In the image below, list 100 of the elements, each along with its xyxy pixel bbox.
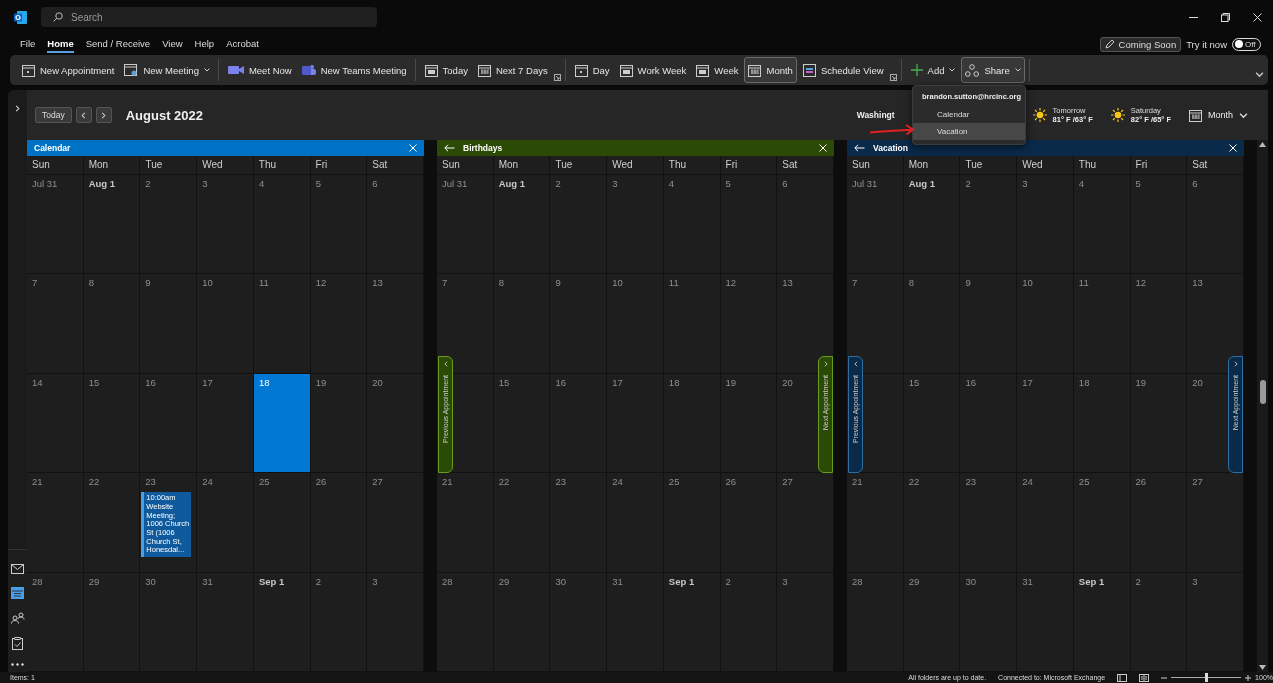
weekday-label: Mon bbox=[903, 156, 961, 174]
date-label: 3 bbox=[612, 178, 618, 189]
zoom-slider-thumb[interactable] bbox=[1204, 673, 1208, 682]
date-label: 12 bbox=[725, 277, 737, 289]
ribbon-button[interactable]: Week bbox=[692, 57, 743, 83]
weekday-label: Tue bbox=[960, 156, 1018, 174]
chevron-right-icon bbox=[822, 361, 829, 367]
dialog-launcher-icon[interactable] bbox=[889, 74, 897, 81]
scroll-down-icon[interactable] bbox=[1259, 665, 1266, 670]
menu-tab[interactable]: Home bbox=[47, 35, 74, 53]
close-icon bbox=[1252, 12, 1262, 22]
view-picker[interactable]: Month bbox=[1189, 108, 1248, 122]
next-button[interactable] bbox=[95, 107, 112, 123]
people-icon[interactable] bbox=[10, 612, 25, 624]
zoom-in-icon[interactable] bbox=[1245, 674, 1252, 681]
menu-tab[interactable]: View bbox=[162, 35, 183, 53]
date-label: 11 bbox=[259, 277, 269, 289]
sun-icon bbox=[1032, 108, 1047, 122]
menu-item[interactable]: Vacation bbox=[913, 123, 1025, 140]
calendar-title: Calendar bbox=[34, 143, 71, 153]
ribbon-button[interactable]: New Teams Meeting bbox=[297, 57, 411, 83]
date-label: 25 bbox=[1078, 476, 1090, 488]
reading-view-icon[interactable] bbox=[1139, 673, 1150, 682]
date-label: 17 bbox=[612, 376, 623, 388]
menu-tab[interactable]: Send / Receive bbox=[85, 35, 151, 53]
date-label: 30 bbox=[555, 575, 566, 587]
menu-tab[interactable]: File bbox=[20, 35, 36, 53]
scroll-up-icon[interactable] bbox=[1259, 142, 1266, 147]
date-label: 19 bbox=[1135, 376, 1147, 388]
ribbon-button[interactable]: Month bbox=[744, 57, 797, 83]
ribbon-button[interactable]: Next 7 Days bbox=[473, 57, 552, 83]
ribbon-button[interactable]: Day bbox=[570, 57, 614, 83]
toggle-switch[interactable]: Off bbox=[1232, 37, 1261, 51]
date-label: 23 bbox=[555, 476, 566, 488]
calendar-icon bbox=[477, 63, 491, 77]
calendar-title: Birthdays bbox=[463, 143, 503, 153]
date-label: 10 bbox=[1022, 277, 1033, 289]
date-label: 24 bbox=[202, 476, 213, 488]
weekday-label: Sat bbox=[777, 156, 834, 174]
dialog-launcher-icon[interactable] bbox=[553, 74, 561, 81]
date-label: 13 bbox=[372, 277, 383, 289]
ribbon-button[interactable]: Schedule View bbox=[798, 57, 888, 83]
date-label: Sep 1 bbox=[668, 575, 695, 587]
close-icon bbox=[819, 144, 827, 152]
date-label: 27 bbox=[782, 476, 793, 488]
date-label: 6 bbox=[782, 178, 788, 189]
date-label: 29 bbox=[498, 575, 510, 587]
try-it-now-label: Try it now bbox=[1186, 38, 1227, 50]
date-label: 28 bbox=[32, 575, 43, 587]
mail-icon[interactable] bbox=[11, 564, 24, 574]
ribbon-button[interactable]: Work Week bbox=[615, 57, 691, 83]
date-label: 7 bbox=[442, 277, 448, 289]
ribbon-button[interactable]: Add bbox=[906, 57, 960, 83]
date-label: 13 bbox=[782, 277, 793, 289]
search-field[interactable]: Search bbox=[41, 7, 377, 27]
date-label: 19 bbox=[315, 376, 327, 388]
date-label: 2 bbox=[965, 178, 971, 189]
weekday-label: Mon bbox=[493, 156, 551, 174]
coming-soon-button[interactable]: Coming Soon bbox=[1099, 36, 1182, 52]
scroll-thumb[interactable] bbox=[1259, 380, 1266, 404]
date-label: 22 bbox=[88, 476, 100, 488]
tasks-icon[interactable] bbox=[12, 637, 23, 650]
scrollbar[interactable] bbox=[1257, 140, 1268, 672]
back-arrow-icon[interactable] bbox=[854, 144, 865, 152]
date-label: 21 bbox=[852, 476, 863, 488]
calendar-icon[interactable] bbox=[11, 587, 24, 599]
date-label: 5 bbox=[1135, 178, 1141, 189]
ribbon-button[interactable]: New Appointment bbox=[18, 57, 119, 83]
restore-icon bbox=[1220, 12, 1230, 22]
close-calendar-button[interactable] bbox=[819, 144, 827, 152]
date-label: 3 bbox=[202, 178, 208, 189]
close-calendar-button[interactable] bbox=[1229, 144, 1237, 152]
weekday-label: Tue bbox=[140, 156, 198, 174]
search-icon bbox=[53, 12, 63, 22]
previous-button[interactable] bbox=[75, 107, 92, 123]
menu-tab[interactable]: Help bbox=[194, 35, 215, 53]
today-button[interactable]: Today bbox=[35, 107, 72, 123]
video-camera-icon bbox=[227, 65, 244, 75]
back-arrow-icon[interactable] bbox=[444, 144, 455, 152]
menu-item[interactable]: Calendar bbox=[913, 106, 1025, 123]
ribbon-button[interactable]: Share bbox=[961, 57, 1025, 83]
date-label: 13 bbox=[1192, 277, 1203, 289]
date-label: 23 bbox=[145, 476, 156, 488]
more-icon[interactable] bbox=[11, 663, 24, 666]
zoom-out-icon[interactable] bbox=[1161, 674, 1168, 681]
weekday-label: Thu bbox=[253, 156, 311, 174]
date-label: 7 bbox=[852, 277, 858, 289]
date-label: 2 bbox=[555, 178, 561, 189]
menu-tab[interactable]: Acrobat bbox=[226, 35, 259, 53]
ribbon-button[interactable]: Meet Now bbox=[223, 57, 296, 83]
weekday-label: Wed bbox=[1017, 156, 1074, 174]
date-label: 10 bbox=[612, 277, 623, 289]
chevron-left-icon bbox=[852, 361, 859, 367]
calendar-icon bbox=[22, 63, 35, 77]
date-label: 4 bbox=[1078, 178, 1085, 189]
ribbon-button[interactable]: New Meeting bbox=[120, 57, 214, 83]
close-icon bbox=[409, 144, 417, 152]
ribbon-button[interactable]: Today bbox=[420, 57, 472, 83]
chevron-left-icon bbox=[80, 111, 88, 119]
normal-view-icon[interactable] bbox=[1117, 673, 1128, 682]
